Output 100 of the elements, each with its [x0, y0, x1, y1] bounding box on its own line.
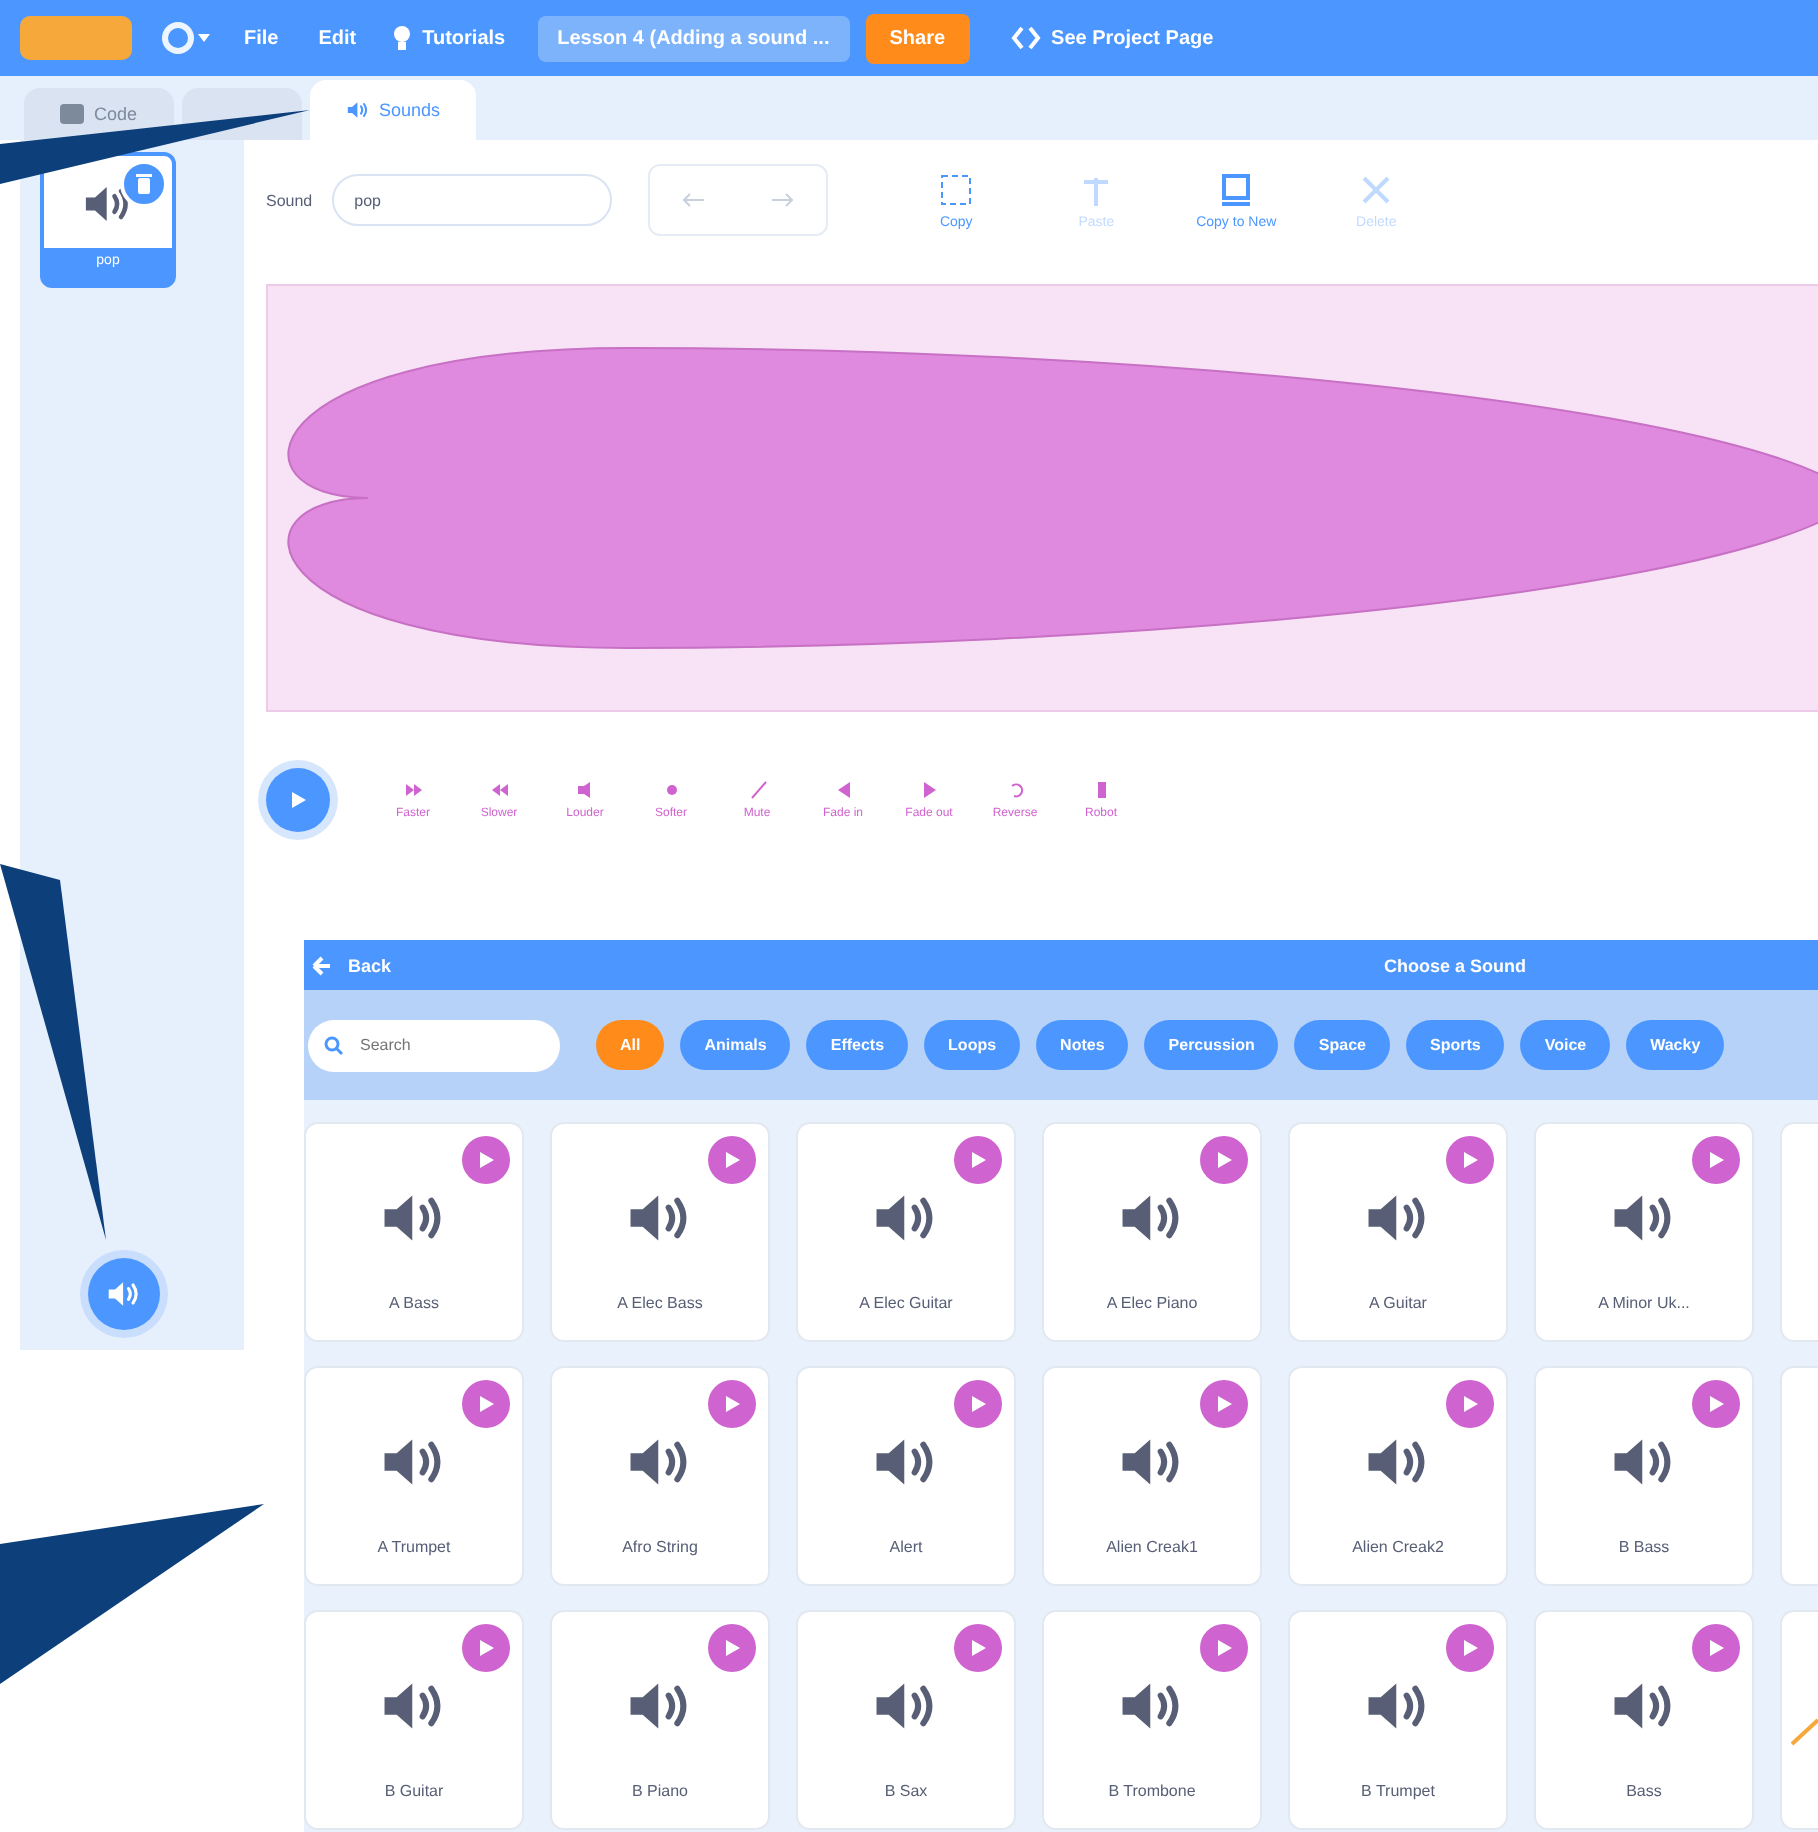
sound-tile[interactable]: A Elec Bass [552, 1124, 768, 1340]
play-button[interactable] [1200, 1136, 1248, 1184]
play-button[interactable] [954, 1624, 1002, 1672]
sound-tile[interactable]: B Trumpet [1290, 1612, 1506, 1828]
category-tag[interactable]: Wacky [1626, 1020, 1725, 1070]
play-icon [722, 1150, 742, 1170]
rewind-icon [489, 780, 509, 800]
sounds-tab[interactable]: Sounds [309, 80, 477, 140]
back-button[interactable]: Back [304, 955, 392, 975]
sound-name: Afro String [622, 1538, 698, 1556]
category-tag[interactable]: Animals [680, 1020, 791, 1070]
category-tag[interactable]: Effects [806, 1020, 909, 1070]
sound-name: B Piano [631, 1782, 689, 1800]
play-icon [722, 1394, 742, 1414]
play-button[interactable] [1200, 1380, 1248, 1428]
add-sound-button[interactable] [88, 1258, 160, 1330]
play-button[interactable] [1200, 1624, 1248, 1672]
sound-name: B Trombone [1108, 1782, 1196, 1800]
category-tag[interactable]: Sports [1406, 1020, 1505, 1070]
see-project-page-link[interactable]: See Project Page [1051, 27, 1214, 49]
play-icon [968, 1394, 988, 1414]
trash-icon [136, 174, 152, 194]
play-icon [1706, 1150, 1726, 1170]
search-field[interactable]: Search [308, 1019, 560, 1071]
category-tag[interactable]: Percussion [1144, 1020, 1279, 1070]
category-tag[interactable]: Loops [924, 1020, 1021, 1070]
play-button[interactable] [1446, 1624, 1494, 1672]
play-icon [476, 1150, 496, 1170]
sound-tile[interactable]: B Bass [1536, 1368, 1752, 1584]
select-icon [938, 171, 975, 207]
sound-name: A Guitar [1369, 1294, 1427, 1312]
sound-tile[interactable]: Afro String [552, 1368, 768, 1584]
play-button[interactable] [708, 1136, 756, 1184]
play-button[interactable] [462, 1136, 510, 1184]
dot-icon [661, 780, 681, 800]
play-button[interactable] [1692, 1380, 1740, 1428]
speaker-icon [345, 100, 370, 120]
sound-name: Alien Creak2 [1352, 1538, 1444, 1556]
window-icon [1218, 171, 1255, 207]
share-button[interactable]: Share [865, 13, 970, 63]
play-button[interactable] [1692, 1624, 1740, 1672]
play-icon [1460, 1150, 1480, 1170]
sound-name: A Elec Bass [617, 1294, 703, 1312]
sound-name: B Sax [884, 1782, 928, 1800]
menu-item[interactable]: File [224, 27, 299, 49]
sound-tile[interactable]: B Piano [552, 1612, 768, 1828]
play-button[interactable] [266, 768, 330, 832]
play-icon [1214, 1394, 1234, 1414]
sound-name: Bass [1626, 1782, 1662, 1800]
play-button[interactable] [708, 1380, 756, 1428]
play-icon [1460, 1394, 1480, 1414]
sound-tile[interactable]: A Bass [306, 1124, 522, 1340]
sound-name: B Bass [1618, 1538, 1670, 1556]
sound-name-field[interactable]: pop [332, 174, 613, 226]
sound-name: Alert [889, 1538, 923, 1556]
sound-tile[interactable]: Alien Creak2 [1290, 1368, 1506, 1584]
play-button[interactable] [954, 1136, 1002, 1184]
sound-tile[interactable]: B Sax [798, 1612, 1014, 1828]
callout-line [1790, 1718, 1818, 1746]
play-button[interactable] [1446, 1136, 1494, 1184]
category-tag[interactable]: All [596, 1020, 665, 1070]
sound-tile[interactable]: A Guitar [1290, 1124, 1506, 1340]
play-icon [1214, 1638, 1234, 1658]
play-icon [722, 1638, 742, 1658]
sound-tile[interactable]: B Guitar [306, 1612, 522, 1828]
sound-tile[interactable]: Alien Creak1 [1044, 1368, 1260, 1584]
speaker-icon [575, 780, 595, 800]
play-icon [968, 1150, 988, 1170]
category-tag[interactable]: Space [1294, 1020, 1390, 1070]
slash-icon [747, 780, 767, 800]
play-button[interactable] [1692, 1136, 1740, 1184]
tutorials-link[interactable]: Tutorials [422, 27, 506, 49]
delete-button[interactable] [120, 160, 168, 208]
globe-icon[interactable] [160, 20, 212, 56]
category-tag[interactable]: Voice [1520, 1020, 1611, 1070]
search-icon [324, 1035, 344, 1055]
play-button[interactable] [954, 1380, 1002, 1428]
project-title-field[interactable]: Lesson 4 (Adding a sound ... [537, 15, 850, 61]
code-icon [60, 104, 84, 124]
sound-name: A Trumpet [377, 1538, 451, 1556]
sound-tile[interactable]: A Trumpet [306, 1368, 522, 1584]
play-button[interactable] [462, 1380, 510, 1428]
speaker-icon [106, 1280, 142, 1308]
play-button[interactable] [708, 1624, 756, 1672]
menu-item[interactable]: Edit [298, 27, 377, 49]
sound-tile[interactable]: Bass [1536, 1612, 1752, 1828]
cross-icon [1358, 171, 1395, 207]
sound-tile[interactable]: B Trombone [1044, 1612, 1260, 1828]
play-icon [476, 1394, 496, 1414]
sound-name: A Elec Guitar [859, 1294, 953, 1312]
sound-tile[interactable]: A Elec Piano [1044, 1124, 1260, 1340]
play-button[interactable] [462, 1624, 510, 1672]
play-button[interactable] [1446, 1380, 1494, 1428]
play-icon [1214, 1150, 1234, 1170]
sound-tile[interactable]: A Elec Guitar [798, 1124, 1014, 1340]
sound-tile[interactable]: Alert [798, 1368, 1014, 1584]
sound-name: A Minor Uk... [1598, 1294, 1690, 1312]
sound-name: B Guitar [384, 1782, 444, 1800]
sound-tile[interactable]: A Minor Uk... [1536, 1124, 1752, 1340]
category-tag[interactable]: Notes [1036, 1020, 1129, 1070]
